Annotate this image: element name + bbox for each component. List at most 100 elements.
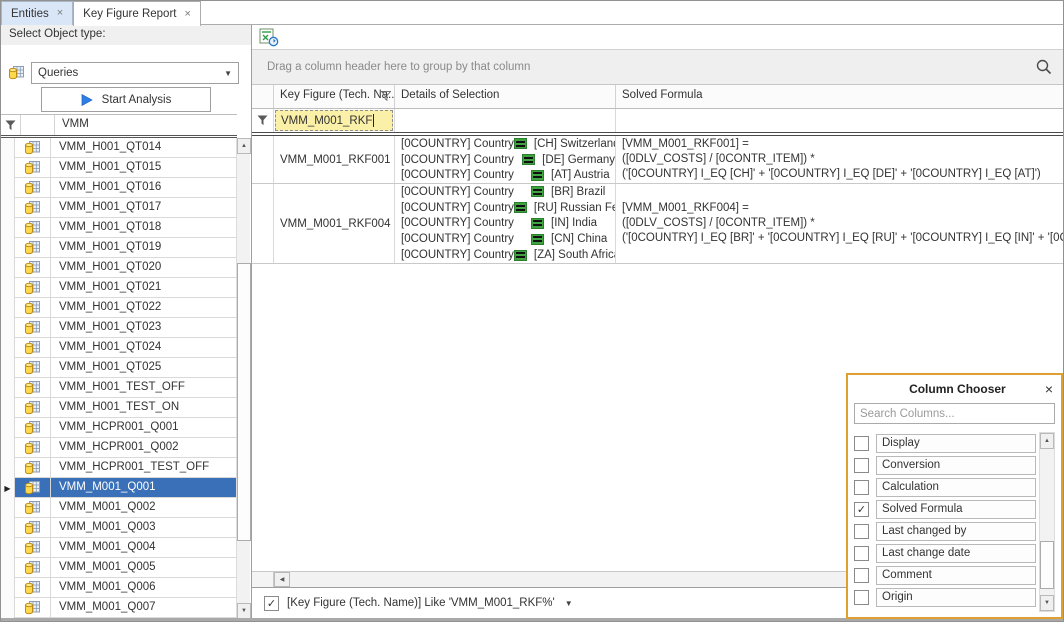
column-label[interactable]: Conversion [876, 456, 1036, 475]
column-chooser-item[interactable]: Origin [854, 586, 1036, 608]
column-label[interactable]: Last change date [876, 544, 1036, 563]
equals-operator-icon [531, 218, 544, 229]
list-item[interactable]: ▶ VMM_HCPR001_Q001 [1, 418, 237, 438]
column-checkbox[interactable] [854, 458, 869, 473]
chevron-down-icon[interactable]: ▼ [565, 599, 573, 608]
list-item-label: VMM_H001_TEST_ON [51, 398, 237, 418]
close-icon[interactable]: × [1045, 382, 1053, 396]
list-item[interactable]: ▶ VMM_M001_Q005 [1, 558, 237, 578]
list-item[interactable]: ▶ VMM_H001_QT023 [1, 318, 237, 338]
list-item[interactable]: ▶ VMM_H001_TEST_OFF [1, 378, 237, 398]
column-checkbox[interactable]: ✓ [854, 502, 869, 517]
search-icon[interactable] [1035, 58, 1053, 76]
list-filter-input[interactable]: VMM [55, 115, 237, 135]
row-indicator: ▶ [1, 378, 15, 398]
column-chooser-item[interactable]: Last changed by [854, 520, 1036, 542]
column-chooser-item[interactable]: ✓ Solved Formula [854, 498, 1036, 520]
column-checkbox[interactable] [854, 546, 869, 561]
column-header-solved-formula[interactable]: Solved Formula [616, 85, 1064, 108]
filter-enabled-checkbox[interactable]: ✓ [264, 596, 279, 611]
column-checkbox[interactable] [854, 568, 869, 583]
column-chooser-item[interactable]: Comment [854, 564, 1036, 586]
selection-line: [0COUNTRY] Country [CH] Switzerland [395, 136, 615, 152]
dimension-label: [0COUNTRY] Country [401, 217, 531, 229]
tab-entities[interactable]: Entities × [1, 1, 73, 25]
list-scrollbar[interactable]: ▲ ▼ [236, 138, 250, 619]
list-item[interactable]: ▶ VMM_HCPR001_Q002 [1, 438, 237, 458]
list-item[interactable]: ▶ VMM_H001_QT018 [1, 218, 237, 238]
column-label[interactable]: Display [876, 434, 1036, 453]
list-item[interactable]: ▶ VMM_M001_Q006 [1, 578, 237, 598]
formula-line: ('[0COUNTRY] I_EQ [BR]' + '[0COUNTRY] I_… [622, 231, 1064, 246]
column-chooser-item[interactable]: Display [854, 432, 1036, 454]
list-item-label: VMM_M001_Q001 [51, 478, 237, 498]
search-columns-input[interactable]: Search Columns... [854, 403, 1055, 424]
list-item[interactable]: ▶ VMM_M001_Q001 [1, 478, 237, 498]
table-row[interactable]: VMM_M001_RKF004 [0COUNTRY] Country [BR] … [252, 184, 1064, 264]
close-icon[interactable]: × [184, 9, 190, 20]
filter-cell-details[interactable] [395, 109, 616, 132]
list-item[interactable]: ▶ VMM_H001_TEST_ON [1, 398, 237, 418]
list-item[interactable]: ▶ VMM_HCPR001_TEST_OFF [1, 458, 237, 478]
scroll-left-icon[interactable]: ◀ [274, 572, 290, 587]
filter-cell-key-figure[interactable]: VMM_M001_RKF [274, 109, 395, 132]
filter-expression[interactable]: [Key Figure (Tech. Name)] Like 'VMM_M001… [287, 597, 555, 609]
list-item[interactable]: ▶ VMM_H001_QT014 [1, 138, 237, 158]
scrollbar-thumb[interactable] [237, 263, 251, 541]
column-label[interactable]: Solved Formula [876, 500, 1036, 519]
query-icon [15, 298, 51, 318]
scroll-down-icon[interactable]: ▼ [1040, 595, 1054, 611]
scroll-up-icon[interactable]: ▲ [1040, 433, 1054, 449]
list-item-label: VMM_M001_Q002 [51, 498, 237, 518]
list-item-label: VMM_M001_Q006 [51, 578, 237, 598]
object-type-dropdown[interactable]: Queries ▼ [31, 62, 239, 84]
column-label[interactable]: Last changed by [876, 522, 1036, 541]
query-icon [15, 318, 51, 338]
column-filter-funnel-icon[interactable] [381, 91, 391, 101]
column-chooser-item[interactable]: Calculation [854, 476, 1036, 498]
list-item[interactable]: ▶ VMM_H001_QT015 [1, 158, 237, 178]
export-excel-icon[interactable] [259, 28, 279, 47]
scroll-up-icon[interactable]: ▲ [237, 138, 251, 154]
query-icon [15, 198, 51, 218]
list-item[interactable]: ▶ VMM_H001_QT021 [1, 278, 237, 298]
list-item[interactable]: ▶ VMM_H001_QT024 [1, 338, 237, 358]
column-chooser-scrollbar[interactable]: ▲ ▼ [1039, 432, 1055, 612]
scrollbar-thumb[interactable] [1040, 541, 1054, 589]
list-item[interactable]: ▶ VMM_M001_Q003 [1, 518, 237, 538]
list-item[interactable]: ▶ VMM_H001_QT022 [1, 298, 237, 318]
filter-icon-cell [21, 115, 55, 135]
column-checkbox[interactable] [854, 436, 869, 451]
list-item[interactable]: ▶ VMM_H001_QT016 [1, 178, 237, 198]
column-header-key-figure[interactable]: Key Figure (Tech. Na... [274, 85, 395, 108]
scroll-down-icon[interactable]: ▼ [237, 603, 251, 619]
row-indicator: ▶ [1, 478, 15, 498]
column-header-details[interactable]: Details of Selection [395, 85, 616, 108]
list-item[interactable]: ▶ VMM_M001_Q002 [1, 498, 237, 518]
start-analysis-button[interactable]: Start Analysis [41, 87, 211, 112]
tab-key-figure-report[interactable]: Key Figure Report × [73, 1, 201, 26]
row-indicator: ▶ [1, 158, 15, 178]
list-item[interactable]: ▶ VMM_M001_Q004 [1, 538, 237, 558]
column-chooser-titlebar[interactable]: Column Chooser × [848, 375, 1061, 403]
table-row[interactable]: VMM_M001_RKF001 [0COUNTRY] Country [CH] … [252, 136, 1064, 184]
list-item[interactable]: ▶ VMM_H001_QT017 [1, 198, 237, 218]
list-item[interactable]: ▶ VMM_M001_Q007 [1, 598, 237, 618]
column-checkbox[interactable] [854, 480, 869, 495]
column-label[interactable]: Calculation [876, 478, 1036, 497]
query-icon [15, 558, 51, 578]
column-chooser-item[interactable]: Conversion [854, 454, 1036, 476]
list-item[interactable]: ▶ VMM_H001_QT020 [1, 258, 237, 278]
column-header-solved-formula-label: Solved Formula [622, 89, 703, 101]
column-checkbox[interactable] [854, 590, 869, 605]
row-indicator: ▶ [1, 258, 15, 278]
list-item[interactable]: ▶ VMM_H001_QT025 [1, 358, 237, 378]
close-icon[interactable]: × [57, 8, 63, 19]
column-chooser-item[interactable]: Last change date [854, 542, 1036, 564]
column-label[interactable]: Origin [876, 588, 1036, 607]
column-checkbox[interactable] [854, 524, 869, 539]
group-by-panel[interactable]: Drag a column header here to group by th… [252, 49, 1064, 85]
column-label[interactable]: Comment [876, 566, 1036, 585]
list-item[interactable]: ▶ VMM_H001_QT019 [1, 238, 237, 258]
filter-cell-formula[interactable] [616, 109, 1064, 132]
